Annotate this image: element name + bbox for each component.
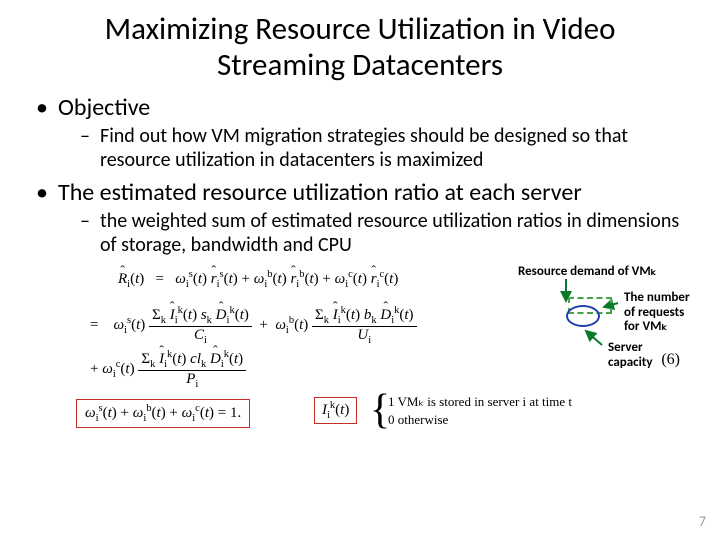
ellipse-highlight-icon	[566, 305, 600, 327]
bullet-text: Objective	[58, 93, 150, 122]
omega-constraint-box: ωis(t) + ωib(t) + ωic(t) = 1.	[76, 399, 250, 428]
bullet-text: The estimated resource utilization ratio…	[58, 178, 582, 207]
page-title: Maximizing Resource Utilization in Video…	[0, 0, 720, 93]
content-area: Objective Find out how VM migration stra…	[0, 93, 720, 469]
sub-bullet-ratio: the weighted sum of estimated resource u…	[78, 209, 690, 257]
cases-definition: 1 VMₖ is stored in server i at time t 0 …	[388, 393, 572, 429]
equation-area: Ri(t) = ωis(t) ris(t) + ωib(t) rib(t) + …	[30, 269, 690, 469]
bullet-list: Objective Find out how VM migration stra…	[30, 93, 690, 257]
bullet-ratio: The estimated resource utilization ratio…	[30, 178, 690, 257]
case-1: 1 VMₖ is stored in server i at time t	[388, 393, 572, 411]
equation-line-2: = ωis(t) Σk Iik(t) sk Dik(t) Ci + ωib(t)…	[90, 305, 417, 346]
bullet-objective: Objective Find out how VM migration stra…	[30, 93, 690, 172]
case-0: 0 otherwise	[388, 411, 572, 429]
equation-line-1: Ri(t) = ωis(t) ris(t) + ωib(t) rib(t) + …	[118, 269, 398, 290]
page-number: 7	[699, 513, 706, 530]
indicator-box: Iik(t)	[314, 397, 357, 424]
annotation-resource-demand: Resource demand of VMₖ	[518, 265, 656, 279]
sub-bullet-objective: Find out how VM migration strategies sho…	[78, 124, 690, 172]
equation-line-3: + ωic(t) Σk Iik(t) clk Dik(t) Pi	[90, 349, 246, 390]
annotation-server-capacity: Server capacity	[608, 341, 690, 370]
annotation-num-requests: The number of requests for VMₖ	[624, 291, 690, 334]
